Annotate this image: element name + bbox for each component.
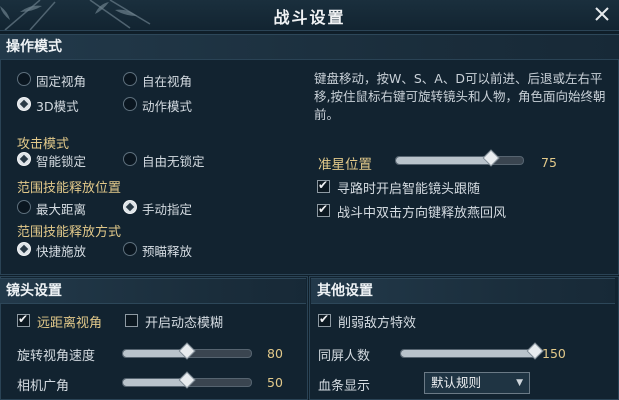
- other-header: 其他设置: [311, 278, 615, 304]
- rotate-speed-value: 80: [267, 346, 283, 361]
- radio-fixed-view[interactable]: [17, 72, 31, 86]
- radio-free-view[interactable]: [123, 72, 137, 86]
- mode-label: 固定视角: [36, 74, 87, 89]
- rotate-speed-label: 旋转视角速度: [17, 349, 96, 364]
- attack-mode-label: 攻击模式: [17, 137, 70, 152]
- option-label: 自由无锁定: [142, 154, 205, 169]
- radio-free-no-lock[interactable]: [123, 152, 137, 166]
- slider-fill: [123, 350, 187, 357]
- checkbox-motion-blur[interactable]: [125, 314, 138, 327]
- window-title: 战斗设置: [273, 8, 346, 27]
- option-label: 快捷施放: [36, 244, 87, 259]
- mode-label: 动作模式: [142, 99, 193, 114]
- mode-label: 3D模式: [36, 99, 79, 114]
- slider-fill: [396, 157, 492, 164]
- mode-description: 键盘移动，按W、S、A、D可以前进、后退或左右平移,按住鼠标右键可旋转镜头和人物…: [314, 71, 606, 122]
- hpbar-label: 血条显示: [318, 379, 371, 394]
- rotate-speed-slider[interactable]: [122, 342, 252, 360]
- fov-slider[interactable]: [122, 371, 252, 389]
- camera-header: 镜头设置: [0, 278, 306, 304]
- checkbox-weaken-enemy-effects[interactable]: [318, 312, 331, 327]
- players-label: 同屏人数: [318, 349, 371, 364]
- radio-manual-target[interactable]: [123, 200, 137, 214]
- operation-mode-header: 操作模式: [0, 34, 619, 60]
- fov-label: 相机广角: [17, 379, 70, 394]
- checkbox-double-tap-dodge[interactable]: [317, 202, 330, 217]
- crosshair-value: 75: [541, 155, 557, 170]
- checkbox-label: 战斗中双击方向键释放燕回风: [337, 206, 507, 221]
- players-value: 150: [542, 346, 566, 361]
- fov-value: 50: [267, 375, 283, 390]
- checkbox-label: 寻路时开启智能镜头跟随: [337, 182, 481, 197]
- players-slider[interactable]: [400, 342, 544, 360]
- slider-fill: [123, 379, 187, 386]
- radio-quick-cast[interactable]: [17, 242, 31, 256]
- mode-label: 自在视角: [142, 74, 193, 89]
- option-label: 预瞄释放: [142, 244, 193, 259]
- radio-max-distance[interactable]: [17, 200, 31, 214]
- checkbox-label: 削弱敌方特效: [338, 316, 417, 331]
- checkbox-label: 远距离视角: [37, 316, 103, 331]
- range-position-label: 范围技能释放位置: [17, 181, 122, 196]
- radio-smart-lock[interactable]: [17, 152, 31, 166]
- radio-3d-mode[interactable]: [17, 97, 31, 111]
- option-label: 智能锁定: [36, 154, 87, 169]
- close-icon[interactable]: [591, 3, 613, 25]
- range-method-label: 范围技能释放方式: [17, 225, 122, 240]
- option-label: 手动指定: [142, 202, 193, 217]
- chevron-down-icon: ▼: [516, 378, 523, 388]
- title-bar: 战斗设置: [0, 0, 619, 31]
- crosshair-label: 准星位置: [318, 157, 372, 173]
- radio-action-mode[interactable]: [123, 97, 137, 111]
- crosshair-slider[interactable]: [395, 149, 524, 167]
- slider-fill: [401, 350, 535, 357]
- dropdown-value: 默认规则: [431, 375, 482, 390]
- checkbox-auto-camera-follow[interactable]: [317, 178, 330, 193]
- checkbox-far-view[interactable]: [17, 312, 30, 327]
- hpbar-dropdown[interactable]: 默认规则 ▼: [424, 372, 530, 394]
- radio-aim-cast[interactable]: [123, 242, 137, 256]
- option-label: 最大距离: [36, 202, 87, 217]
- checkbox-label: 开启动态模糊: [145, 316, 224, 331]
